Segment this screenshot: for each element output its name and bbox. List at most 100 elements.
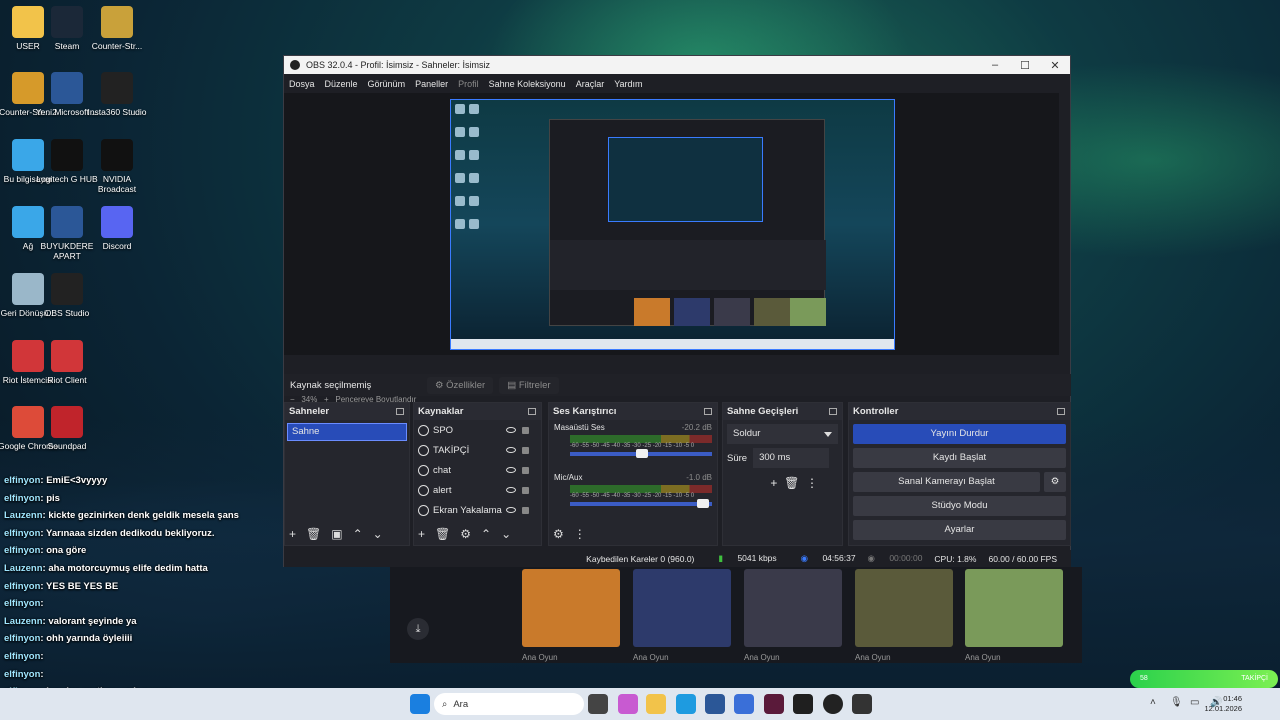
desktop-icon[interactable]: Soundpad [34, 406, 100, 451]
desktop-icon[interactable]: NVIDIA Broadcast [84, 139, 150, 194]
more-options-icon[interactable]: ⋮ [574, 527, 586, 541]
gear-icon[interactable]: ⚙ [460, 527, 471, 541]
slider-knob[interactable] [697, 499, 710, 508]
start-virtual-camera-button[interactable]: Sanal Kamerayı Başlat [853, 472, 1040, 492]
arrow-down-icon[interactable]: ⌄ [501, 527, 511, 541]
game-tile[interactable] [855, 569, 953, 647]
studio-mode-button[interactable]: Stüdyo Modu [853, 496, 1066, 516]
copilot-icon[interactable] [618, 694, 638, 714]
lock-icon[interactable] [522, 426, 529, 434]
menu-dosya[interactable]: Dosya [289, 79, 315, 89]
network-icon[interactable]: ▭ [1190, 697, 1199, 708]
game-tile[interactable] [744, 569, 842, 647]
mixer-settings-icon[interactable]: ⚙ [553, 527, 564, 541]
maximize-button[interactable]: ☐ [1010, 59, 1040, 72]
duration-input[interactable]: 300 ms [753, 448, 830, 468]
arrow-down-icon[interactable]: ⌄ [373, 527, 383, 541]
desktop-icon[interactable]: Insta360 Studio [84, 72, 150, 117]
clock[interactable]: 01:46 12.01.2026 [1204, 694, 1242, 714]
microphone-icon[interactable]: 🎙 [1170, 697, 1183, 708]
menu-araclar[interactable]: Araçlar [576, 79, 605, 89]
preview-canvas[interactable] [450, 99, 895, 350]
eye-icon[interactable] [506, 467, 516, 473]
undock-icon[interactable] [528, 408, 536, 415]
store-icon[interactable] [705, 694, 725, 714]
chat-message: elfinyon: [4, 666, 304, 684]
chat-username: elfinyon [4, 598, 41, 610]
filters-button[interactable]: ▤ Filtreler [499, 376, 559, 394]
edge-icon[interactable] [676, 694, 696, 714]
file-explorer-icon[interactable] [646, 694, 666, 714]
obs-icon[interactable] [823, 694, 843, 714]
chat-text: : [40, 668, 44, 680]
chat-message: elfinyon: Yarınaaa sizden dedikodu bekli… [4, 525, 304, 543]
lock-icon[interactable] [522, 506, 529, 514]
mixer-footer: ⚙ ⋮ [553, 525, 713, 543]
scene-item[interactable]: Sahne [287, 423, 407, 441]
source-item[interactable]: TAKİPÇİ [414, 440, 541, 460]
game-tile[interactable] [633, 569, 731, 647]
menu-paneller[interactable]: Paneller [415, 79, 448, 89]
download-icon[interactable]: ⤓ [407, 618, 429, 640]
undock-icon[interactable] [396, 408, 404, 415]
mixer-channel: Masaüstü Ses -20.2 dB -60 -55 -50 -45 -40 … [549, 420, 717, 458]
trash-icon[interactable]: 🗑 [784, 476, 799, 490]
trash-icon[interactable]: 🗑 [306, 527, 321, 541]
desktop-icon[interactable]: Discord [84, 206, 150, 251]
outlook-icon[interactable] [734, 694, 754, 714]
menu-yardim[interactable]: Yardım [614, 79, 642, 89]
arrow-up-icon[interactable]: ⌃ [353, 527, 363, 541]
slider-knob[interactable] [636, 449, 649, 458]
menu-profil[interactable]: Profil [458, 79, 479, 89]
undock-icon[interactable] [1057, 408, 1065, 415]
volume-slider[interactable] [570, 499, 712, 508]
minimize-button[interactable]: – [980, 59, 1010, 71]
nvidia-icon[interactable] [793, 694, 813, 714]
chat-text: : valorant şeyinde ya [42, 615, 137, 627]
settings-button[interactable]: Ayarlar [853, 520, 1066, 540]
source-item[interactable]: SPO [414, 420, 541, 440]
menu-sahne-koleksiyonu[interactable]: Sahne Koleksiyonu [489, 79, 566, 89]
trash-icon[interactable]: 🗑 [435, 527, 450, 541]
source-item[interactable]: alert [414, 480, 541, 500]
add-icon[interactable]: + [770, 476, 777, 490]
eye-icon[interactable] [506, 447, 516, 453]
add-icon[interactable]: + [289, 527, 296, 541]
arrow-up-icon[interactable]: ⌃ [481, 527, 491, 541]
desktop-icon[interactable]: Counter-Str... [84, 6, 150, 51]
menu-gorunum[interactable]: Görünüm [368, 79, 406, 89]
source-item[interactable]: chat [414, 460, 541, 480]
start-icon[interactable] [410, 694, 430, 714]
add-icon[interactable]: + [418, 527, 425, 541]
game-tile[interactable] [522, 569, 620, 647]
close-button[interactable]: ✕ [1040, 59, 1070, 72]
channel-name: Masaüstü Ses [554, 423, 605, 432]
search-box[interactable]: ⌕ Ara [434, 693, 584, 715]
undock-icon[interactable] [704, 408, 712, 415]
eye-icon[interactable] [506, 507, 516, 513]
properties-button[interactable]: ⚙ Özellikler [427, 376, 494, 394]
menu-duzenle[interactable]: Düzenle [325, 79, 358, 89]
lock-icon[interactable] [522, 466, 529, 474]
app-icon[interactable] [764, 694, 784, 714]
lock-icon[interactable] [522, 486, 529, 494]
game-tile[interactable] [965, 569, 1063, 647]
volume-slider[interactable] [570, 449, 712, 458]
eye-icon[interactable] [506, 487, 516, 493]
eye-icon[interactable] [506, 427, 516, 433]
source-item[interactable]: Ekran Yakalama [414, 500, 541, 520]
filter-icon[interactable]: ▣ [331, 527, 342, 541]
desktop-icon[interactable]: Riot Client [34, 340, 100, 385]
lock-icon[interactable] [522, 446, 529, 454]
more-options-icon[interactable]: ⋮ [806, 476, 818, 490]
desktop-icon[interactable]: OBS Studio [34, 273, 100, 318]
stop-streaming-button[interactable]: Yayını Durdur [853, 424, 1066, 444]
undock-icon[interactable] [829, 408, 837, 415]
transitions-header: Sahne Geçişleri [723, 403, 842, 420]
chevron-up-icon[interactable]: ˄ [1150, 697, 1156, 708]
task-view-icon[interactable] [588, 694, 608, 714]
epic-games-icon[interactable] [852, 694, 872, 714]
gear-icon[interactable]: ⚙ [1044, 472, 1066, 492]
transition-select[interactable]: Soldur [727, 424, 838, 444]
start-recording-button[interactable]: Kaydı Başlat [853, 448, 1066, 468]
